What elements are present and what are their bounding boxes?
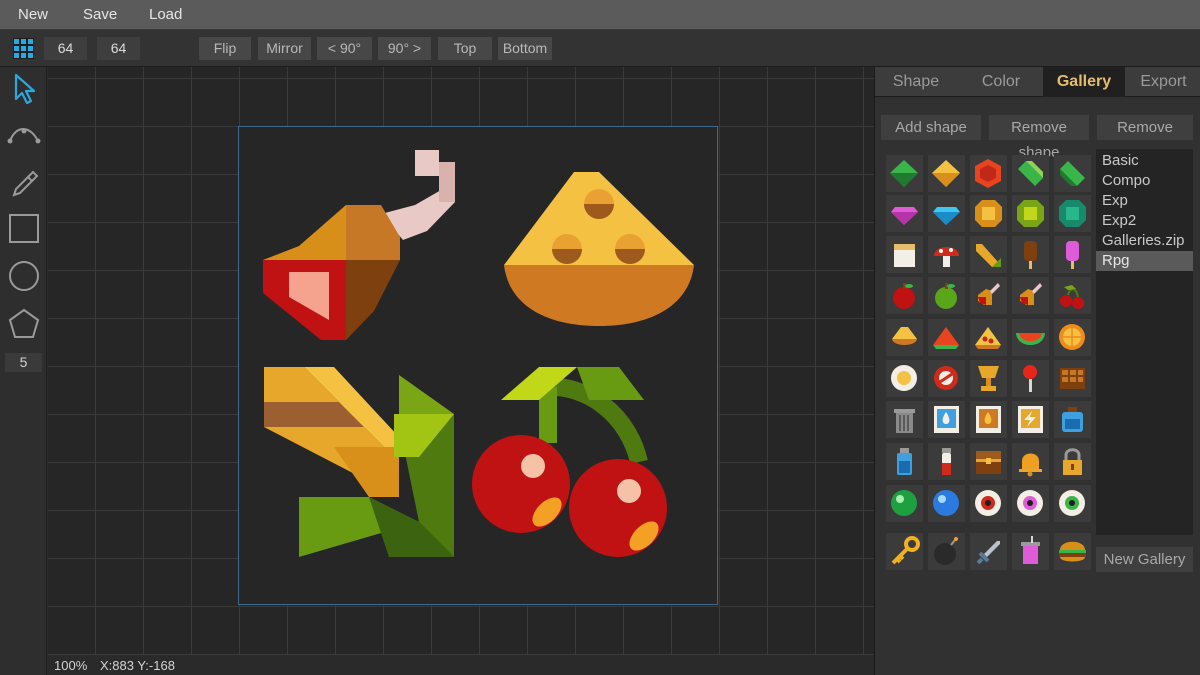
artboard[interactable] bbox=[238, 126, 718, 605]
gallery-tile[interactable] bbox=[928, 401, 965, 438]
pie-shape[interactable] bbox=[504, 172, 694, 326]
gallery-tile[interactable] bbox=[886, 236, 923, 273]
gallery-tile[interactable] bbox=[1054, 277, 1091, 314]
gallery-tile[interactable] bbox=[1012, 401, 1049, 438]
right-panel: Shape Color Gallery Export Add shape Rem… bbox=[874, 67, 1200, 675]
gallery-tile[interactable] bbox=[1012, 319, 1049, 356]
gallery-tile[interactable] bbox=[970, 360, 1007, 397]
gallery-tile[interactable] bbox=[970, 533, 1007, 570]
toolbar: 64 64 Flip Mirror < 90° 90° > Top Bottom bbox=[0, 30, 1200, 67]
gallery-tile[interactable] bbox=[1012, 277, 1049, 314]
gallery-list-item-compo[interactable]: Compo bbox=[1096, 171, 1193, 191]
gallery-tile[interactable] bbox=[886, 443, 923, 480]
width-input[interactable]: 64 bbox=[44, 37, 87, 60]
gallery-tile[interactable] bbox=[928, 443, 965, 480]
gallery-tile[interactable] bbox=[886, 485, 923, 522]
gallery-tile[interactable] bbox=[970, 277, 1007, 314]
gallery-tile[interactable] bbox=[1054, 485, 1091, 522]
gallery-tile[interactable] bbox=[886, 319, 923, 356]
gallery-tile[interactable] bbox=[1054, 236, 1091, 273]
gallery-tile[interactable] bbox=[886, 401, 923, 438]
gallery-tile[interactable] bbox=[970, 195, 1007, 232]
gallery-tile[interactable] bbox=[970, 155, 1007, 192]
gallery-list-item-rpg[interactable]: Rpg bbox=[1096, 251, 1193, 271]
status-bar: 100% X:883 Y:-168 bbox=[48, 655, 874, 675]
menu-new[interactable]: New bbox=[18, 6, 48, 23]
gallery-tile[interactable] bbox=[970, 443, 1007, 480]
gallery-tile[interactable] bbox=[1054, 533, 1091, 570]
pentagon-icon[interactable] bbox=[6, 306, 42, 342]
tool-panel: 5 bbox=[0, 67, 47, 675]
gallery-tile[interactable] bbox=[970, 485, 1007, 522]
gallery-tile[interactable] bbox=[928, 485, 965, 522]
gallery-tile[interactable] bbox=[928, 195, 965, 232]
gallery-tile[interactable] bbox=[1054, 319, 1091, 356]
rotate-right-button[interactable]: 90° > bbox=[378, 37, 431, 60]
rectangle-icon[interactable] bbox=[6, 210, 42, 246]
gallery-tile[interactable] bbox=[1012, 236, 1049, 273]
gallery-tile[interactable] bbox=[928, 277, 965, 314]
gallery-tile[interactable] bbox=[1012, 485, 1049, 522]
gallery-tile[interactable] bbox=[886, 195, 923, 232]
tab-gallery[interactable]: Gallery bbox=[1043, 67, 1125, 97]
gallery-tile[interactable] bbox=[1012, 533, 1049, 570]
corn-shape[interactable] bbox=[264, 367, 454, 557]
tab-color[interactable]: Color bbox=[960, 67, 1042, 97]
gallery-list-item-exp[interactable]: Exp bbox=[1096, 191, 1193, 211]
gallery-list[interactable]: Basic Compo Exp Exp2 Galleries.zip Rpg bbox=[1096, 149, 1193, 535]
canvas[interactable] bbox=[48, 67, 874, 659]
cursor-icon[interactable] bbox=[6, 71, 42, 107]
gallery-list-item-basic[interactable]: Basic bbox=[1096, 151, 1193, 171]
gallery-list-item-galleries-zip[interactable]: Galleries.zip bbox=[1096, 231, 1193, 251]
tab-export[interactable]: Export bbox=[1126, 67, 1200, 97]
cherry-shape[interactable] bbox=[472, 367, 667, 557]
menu-load[interactable]: Load bbox=[149, 6, 182, 23]
bottom-button[interactable]: Bottom bbox=[498, 37, 552, 60]
gallery-tile[interactable] bbox=[1054, 195, 1091, 232]
tab-bar: Shape Color Gallery Export bbox=[875, 67, 1200, 97]
new-gallery-button[interactable]: New Gallery bbox=[1096, 547, 1193, 572]
artwork bbox=[263, 150, 694, 557]
flip-button[interactable]: Flip bbox=[199, 37, 251, 60]
gallery-list-item-exp2[interactable]: Exp2 bbox=[1096, 211, 1193, 231]
gallery-tile[interactable] bbox=[928, 236, 965, 273]
top-button[interactable]: Top bbox=[438, 37, 492, 60]
gallery-tile[interactable] bbox=[970, 319, 1007, 356]
circle-icon[interactable] bbox=[6, 258, 42, 294]
menu-save[interactable]: Save bbox=[83, 6, 117, 23]
gallery-tile[interactable] bbox=[1012, 360, 1049, 397]
gallery-tile[interactable] bbox=[1012, 155, 1049, 192]
cursor-coordinates: X:883 Y:-168 bbox=[100, 658, 175, 673]
add-shape-button[interactable]: Add shape bbox=[881, 115, 981, 140]
gallery-tile[interactable] bbox=[886, 360, 923, 397]
gallery-tile[interactable] bbox=[1054, 155, 1091, 192]
mirror-button[interactable]: Mirror bbox=[258, 37, 311, 60]
gallery-tile[interactable] bbox=[886, 533, 923, 570]
eyedropper-icon[interactable] bbox=[6, 165, 42, 201]
tab-shape[interactable]: Shape bbox=[875, 67, 957, 97]
sides-input[interactable]: 5 bbox=[5, 353, 42, 372]
bezier-icon[interactable] bbox=[6, 119, 42, 155]
gallery-tile[interactable] bbox=[1054, 360, 1091, 397]
gallery-tile[interactable] bbox=[928, 155, 965, 192]
remove-gallery-button[interactable]: Remove bbox=[1097, 115, 1193, 140]
gallery-tile[interactable] bbox=[1054, 401, 1091, 438]
zoom-level: 100% bbox=[54, 658, 88, 673]
gallery-tile[interactable] bbox=[970, 401, 1007, 438]
gallery-tile[interactable] bbox=[970, 236, 1007, 273]
rotate-left-button[interactable]: < 90° bbox=[317, 37, 372, 60]
gallery-tile[interactable] bbox=[886, 277, 923, 314]
grid-icon[interactable] bbox=[13, 38, 34, 59]
gallery-tile[interactable] bbox=[928, 533, 965, 570]
gallery-tile[interactable] bbox=[886, 155, 923, 192]
gallery-tile[interactable] bbox=[1054, 443, 1091, 480]
height-input[interactable]: 64 bbox=[97, 37, 140, 60]
remove-shape-button[interactable]: Remove shape bbox=[989, 115, 1089, 161]
gallery-tile[interactable] bbox=[1012, 195, 1049, 232]
menu-bar: New Save Load bbox=[0, 0, 1200, 30]
gallery-tile[interactable] bbox=[928, 360, 965, 397]
gallery-tile[interactable] bbox=[928, 319, 965, 356]
drumstick-shape[interactable] bbox=[263, 150, 455, 340]
gallery-tile[interactable] bbox=[1012, 443, 1049, 480]
